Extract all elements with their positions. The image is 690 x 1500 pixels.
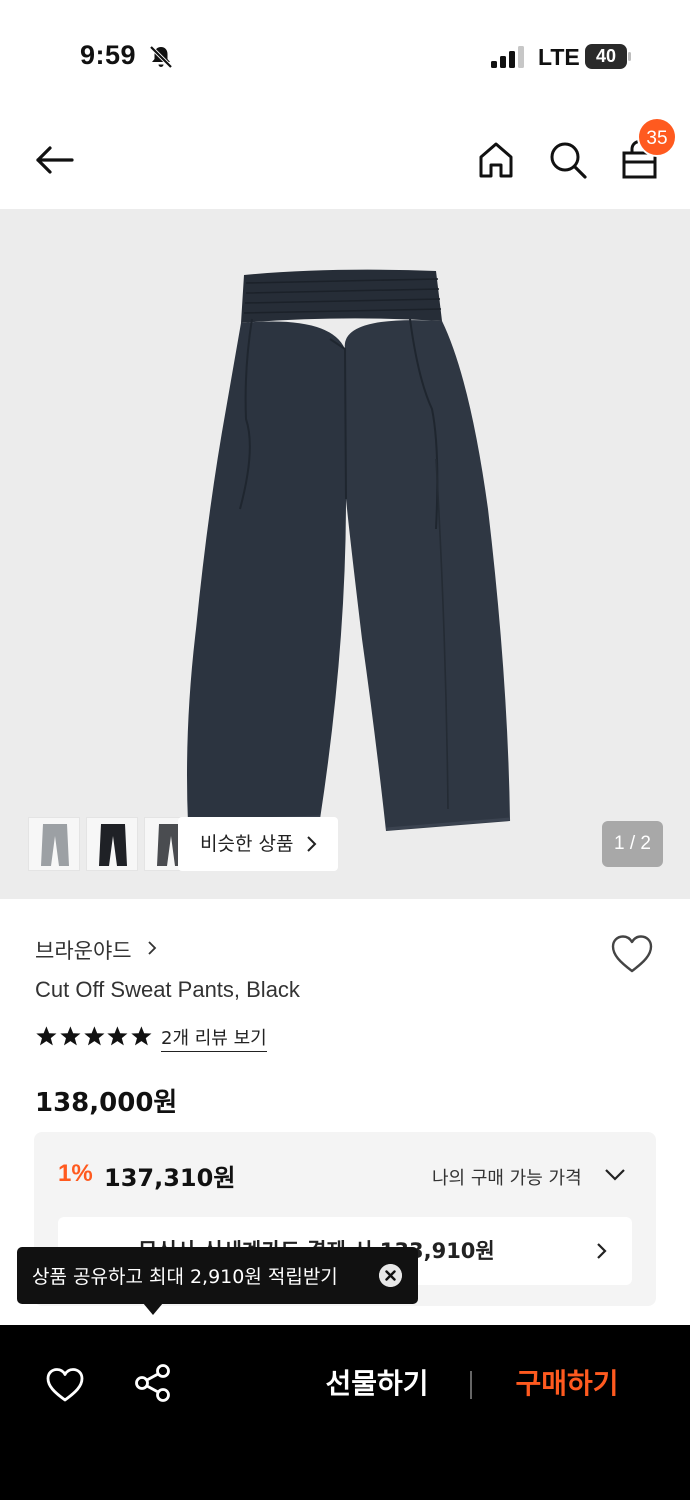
thumbnail-black-pants[interactable]	[86, 817, 138, 871]
star-icon	[131, 1026, 152, 1046]
star-icon	[83, 1026, 105, 1046]
chevron-down-icon[interactable]	[604, 1168, 626, 1182]
product-photo	[187, 269, 511, 831]
status-time: 9:59	[80, 40, 137, 70]
signal-icon	[491, 46, 524, 68]
product-image-gallery[interactable]: 비슷한 상품 1 / 2	[0, 209, 690, 899]
bottom-action-bar: 선물하기 구매하기	[0, 1325, 690, 1500]
similar-products-label: 비슷한 상품	[200, 833, 294, 855]
discount-price: 137,310원	[104, 1164, 236, 1192]
divider	[470, 1371, 472, 1399]
buy-button[interactable]: 구매하기	[502, 1361, 632, 1407]
network-label: LTE	[538, 44, 580, 70]
top-nav	[0, 110, 690, 210]
battery-level: 40	[595, 46, 617, 66]
heart-icon[interactable]	[45, 1366, 85, 1404]
heart-icon[interactable]	[610, 933, 654, 975]
chevron-right-icon	[597, 1243, 607, 1259]
brand-link[interactable]: 브라운야드	[35, 935, 132, 965]
discount-rate: 1%	[58, 1160, 93, 1187]
review-link[interactable]: 2개 리뷰 보기	[161, 1024, 267, 1052]
gift-button[interactable]: 선물하기	[312, 1361, 442, 1407]
star-icon	[60, 1026, 81, 1046]
star-icon	[107, 1026, 128, 1046]
share-reward-tooltip: 상품 공유하고 최대 2,910원 적립받기	[17, 1247, 418, 1315]
close-icon[interactable]	[379, 1264, 402, 1287]
similar-products-button[interactable]: 비슷한 상품	[178, 817, 338, 871]
available-price-toggle[interactable]: 나의 구매 가능 가격	[432, 1164, 582, 1190]
tooltip-arrow	[143, 1303, 163, 1315]
search-icon[interactable]	[548, 140, 588, 180]
bell-off-icon	[149, 45, 173, 69]
tooltip-text: 상품 공유하고 최대 2,910원 적립받기	[32, 1266, 338, 1288]
star-icon	[36, 1026, 57, 1046]
cart-count-badge: 35	[637, 117, 677, 157]
product-name: Cut Off Sweat Pants, Black	[35, 977, 300, 1002]
chevron-right-icon	[307, 836, 317, 852]
chevron-right-icon	[148, 941, 157, 955]
share-icon[interactable]	[133, 1363, 173, 1403]
back-arrow-icon[interactable]	[34, 140, 74, 180]
rating-stars	[35, 1025, 153, 1047]
battery-icon: 40	[585, 44, 631, 69]
status-bar: 9:59 LTE 40	[0, 0, 690, 110]
page-indicator: 1 / 2	[602, 821, 663, 867]
home-icon[interactable]	[476, 140, 516, 180]
thumbnail-gray-pants[interactable]	[28, 817, 80, 871]
thumbnail-strip	[28, 817, 196, 871]
product-price: 138,000원	[35, 1088, 178, 1118]
